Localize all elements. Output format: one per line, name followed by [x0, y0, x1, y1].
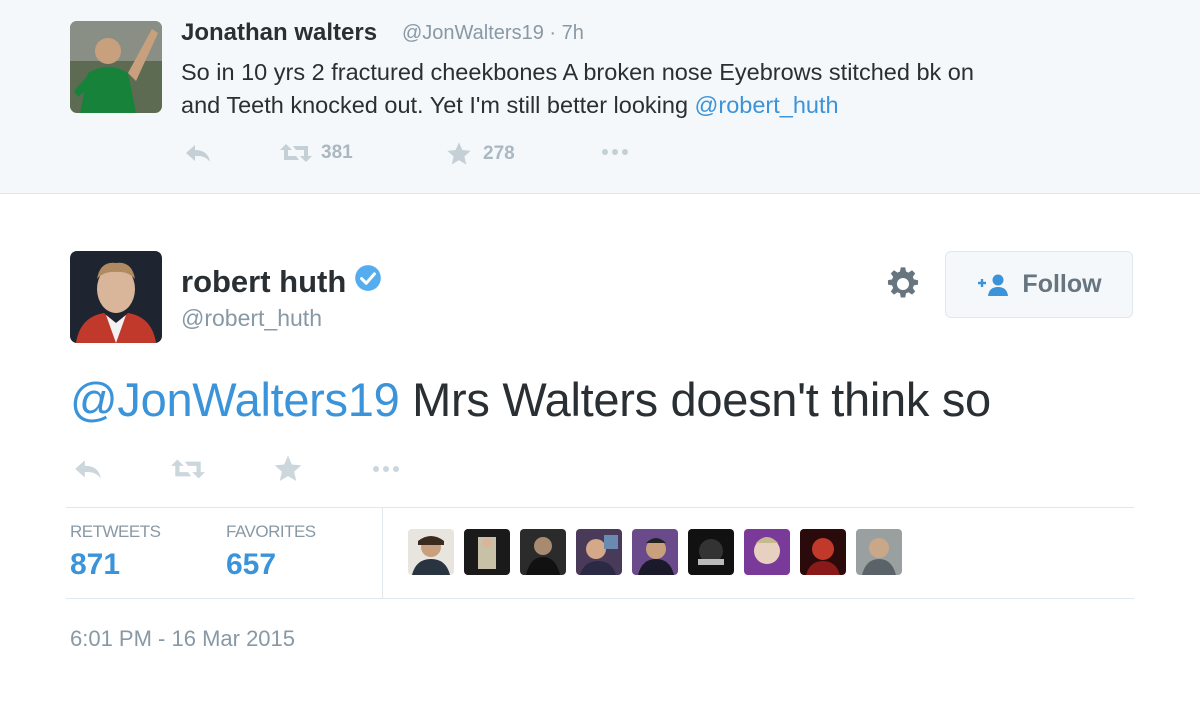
favorites-label: FAVORITES [226, 522, 316, 541]
parent-tweet: Jonathan walters @JonWalters19 · 7h So i… [0, 0, 1200, 194]
main-more-button[interactable] [370, 461, 402, 482]
add-user-icon [978, 274, 1009, 296]
star-icon [447, 142, 471, 165]
robert-huth-avatar[interactable] [70, 251, 162, 343]
star-icon [274, 455, 302, 481]
retweets-label: RETWEETS [70, 522, 161, 541]
follow-button-label: Follow [1022, 270, 1102, 298]
reply-icon [186, 145, 210, 162]
parent-mention-link[interactable]: @robert_huth [695, 92, 839, 118]
favoriter-avatar[interactable] [856, 529, 902, 575]
verified-badge-icon [354, 264, 382, 300]
retweet-icon [171, 459, 205, 479]
parent-retweet-count: 381 [321, 142, 353, 163]
parent-more-button[interactable] [601, 144, 629, 160]
more-dots-icon [602, 149, 628, 155]
favoriter-avatar[interactable] [744, 529, 790, 575]
parent-favorite-count: 278 [483, 143, 515, 164]
main-reply-button[interactable] [72, 457, 104, 488]
favoriter-avatar[interactable] [464, 529, 510, 575]
parent-author-name[interactable]: Jonathan walters [181, 19, 377, 47]
favoriter-avatar[interactable] [632, 529, 678, 575]
favoriter-avatar[interactable] [576, 529, 622, 575]
parent-tweet-text: So in 10 yrs 2 fractured cheekbones A br… [181, 56, 1141, 122]
main-author-name-row: robert huth [181, 264, 382, 300]
favorites-count: 657 [226, 548, 277, 581]
parent-tweet-line1: So in 10 yrs 2 fractured cheekbones A br… [181, 59, 974, 85]
retweet-icon [280, 144, 312, 162]
favoriter-avatar[interactable] [520, 529, 566, 575]
main-tweet-text: @JonWalters19 Mrs Walters doesn't think … [70, 372, 991, 427]
reply-icon [75, 460, 101, 479]
parent-handle-and-time[interactable]: @JonWalters19 · 7h [402, 22, 584, 45]
main-tweet-body: Mrs Walters doesn't think so [399, 373, 991, 426]
favoriter-avatar[interactable] [408, 529, 454, 575]
favoriter-avatar[interactable] [800, 529, 846, 575]
favorites-stat[interactable]: FAVORITES 657 [226, 522, 316, 582]
follow-button[interactable]: Follow [945, 251, 1133, 318]
favoriter-avatar[interactable] [688, 529, 734, 575]
tweet-stats: RETWEETS 871 FAVORITES 657 [66, 507, 1134, 599]
main-author-handle[interactable]: @robert_huth [181, 305, 322, 332]
more-dots-icon [373, 466, 399, 472]
parent-retweet-button[interactable]: 381 [279, 140, 353, 166]
jonathan-walters-avatar[interactable] [70, 21, 162, 113]
main-mention-link[interactable]: @JonWalters19 [70, 373, 400, 426]
parent-favorite-button[interactable]: 278 [445, 140, 515, 168]
stats-divider [382, 508, 383, 598]
retweets-count: 871 [70, 548, 121, 581]
main-favorite-button[interactable] [272, 453, 304, 490]
parent-reply-button[interactable] [183, 142, 213, 166]
main-author-name[interactable]: robert huth [181, 264, 346, 300]
main-retweet-button[interactable] [170, 455, 206, 488]
tweet-timestamp[interactable]: 6:01 PM - 16 Mar 2015 [70, 626, 295, 652]
gear-icon[interactable] [884, 265, 922, 303]
parent-tweet-line2: and Teeth knocked out. Yet I'm still bet… [181, 92, 695, 118]
retweets-stat[interactable]: RETWEETS 871 [70, 522, 161, 582]
